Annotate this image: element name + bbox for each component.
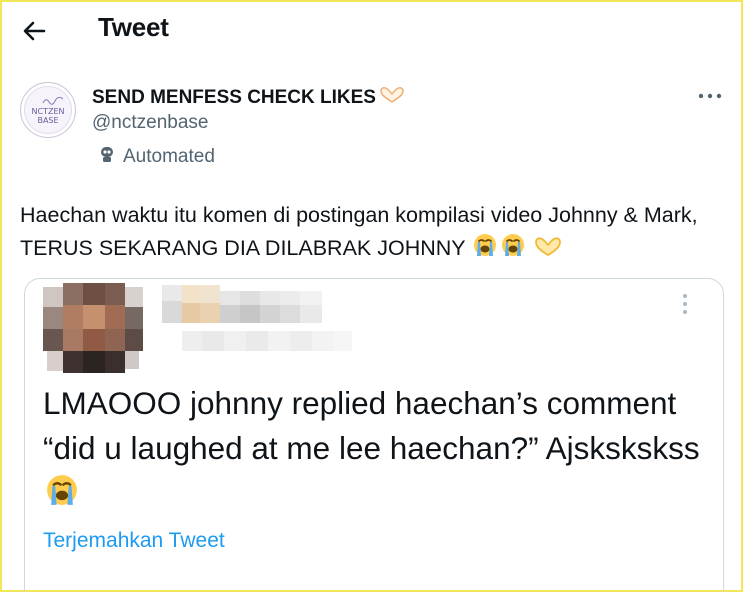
heart-hands-icon	[380, 87, 404, 103]
squiggle-icon	[42, 96, 64, 105]
loudly-crying-face-icon	[474, 234, 497, 256]
avatar-logo: NCTZEN BASE	[24, 86, 72, 134]
quoted-more-options-button[interactable]	[677, 291, 693, 319]
display-name[interactable]: SEND MENFESS CHECK LIKES	[92, 85, 406, 109]
loudly-crying-face-icon	[502, 234, 525, 256]
back-button[interactable]	[18, 14, 52, 48]
page-title: Tweet	[98, 12, 169, 42]
heart-hands-icon	[535, 237, 562, 256]
quoted-tweet-text: LMAOOO johnny replied haechan’s comment …	[43, 381, 713, 517]
quoted-tweet-card[interactable]: LMAOOO johnny replied haechan’s comment …	[24, 278, 724, 592]
more-options-button[interactable]	[696, 86, 724, 106]
more-vertical-icon	[683, 294, 687, 314]
bot-icon	[101, 147, 113, 162]
automated-text: Automated	[123, 146, 215, 167]
loudly-crying-face-icon	[47, 475, 77, 505]
display-name-text: SEND MENFESS CHECK LIKES	[92, 87, 376, 108]
username[interactable]: @nctzenbase	[92, 112, 208, 134]
arrow-left-icon	[23, 21, 46, 41]
quoted-tweet-body: LMAOOO johnny replied haechan’s comment …	[43, 385, 700, 466]
translate-tweet-link[interactable]: Terjemahkan Tweet	[43, 529, 225, 553]
blurred-avatar	[43, 283, 143, 373]
tweet-text: Haechan waktu itu komen di postingan kom…	[20, 199, 726, 264]
blurred-author-name	[162, 285, 352, 351]
avatar[interactable]: NCTZEN BASE	[20, 82, 76, 138]
tweet-body: Haechan waktu itu komen di postingan kom…	[20, 203, 698, 260]
automated-label: Automated	[97, 144, 215, 168]
more-horizontal-icon	[698, 93, 722, 99]
top-bar: Tweet	[0, 0, 743, 58]
